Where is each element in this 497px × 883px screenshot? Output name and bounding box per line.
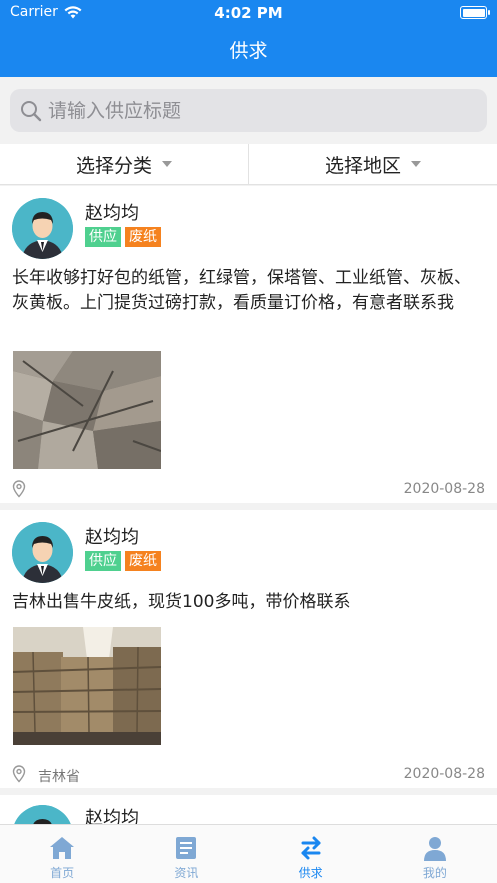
tab-supply-demand[interactable]: 供求 xyxy=(249,825,373,883)
search-input[interactable] xyxy=(48,99,468,122)
tab-bar: 首页 资讯 供求 我的 xyxy=(0,824,497,883)
page-title: 供求 xyxy=(229,40,268,62)
filter-bar: 选择分类 选择地区 xyxy=(0,144,497,185)
profile-icon xyxy=(423,837,446,861)
post-date: 2020-08-28 xyxy=(403,481,485,497)
post-tags: 供应 废纸 xyxy=(85,227,161,247)
status-bar: Carrier 4:02 PM xyxy=(0,0,497,26)
tab-label: 供求 xyxy=(298,866,323,880)
post-text: 吉林出售牛皮纸，现货100多吨，带价格联系 xyxy=(12,592,351,612)
avatar[interactable] xyxy=(12,805,73,824)
user-name: 赵均均 xyxy=(85,808,139,824)
search-icon xyxy=(21,100,42,121)
tab-news[interactable]: 资讯 xyxy=(124,825,248,883)
post-card[interactable]: 赵均均 供应 废纸 吉林出售牛皮纸，现货100多吨，带价格联系 吉林省 2020… xyxy=(0,510,497,788)
tab-home[interactable]: 首页 xyxy=(0,825,124,883)
tab-label: 首页 xyxy=(50,866,75,880)
caret-down-icon xyxy=(162,161,172,167)
post-image[interactable] xyxy=(13,351,161,469)
battery-icon xyxy=(460,6,490,19)
post-card[interactable]: 赵均均 xyxy=(0,795,497,824)
region-filter[interactable]: 选择地区 xyxy=(248,144,497,184)
avatar[interactable] xyxy=(12,522,73,583)
status-time: 4:02 PM xyxy=(214,4,283,22)
category-filter-label: 选择分类 xyxy=(75,154,152,177)
post-date: 2020-08-28 xyxy=(403,766,485,782)
post-feed[interactable]: 赵均均 供应 废纸 长年收够打好包的纸管，红绿管，保塔管、工业纸管、灰板、灰黄板… xyxy=(0,186,497,824)
location-pin-icon xyxy=(12,480,26,498)
post-text: 长年收够打好包的纸管，红绿管，保塔管、工业纸管、灰板、灰黄板。上门提货过磅打款，… xyxy=(12,268,471,313)
post-tags: 供应 废纸 xyxy=(85,551,161,571)
user-name: 赵均均 xyxy=(85,527,139,548)
category-filter[interactable]: 选择分类 xyxy=(0,144,248,184)
tab-label: 我的 xyxy=(422,866,447,880)
user-name: 赵均均 xyxy=(85,203,139,224)
category-tag: 废纸 xyxy=(125,227,161,247)
post-card[interactable]: 赵均均 供应 废纸 长年收够打好包的纸管，红绿管，保塔管、工业纸管、灰板、灰黄板… xyxy=(0,186,497,503)
avatar[interactable] xyxy=(12,198,73,259)
category-tag: 废纸 xyxy=(125,551,161,571)
tab-profile[interactable]: 我的 xyxy=(373,825,497,883)
post-location: 吉林省 xyxy=(38,769,80,785)
supply-tag: 供应 xyxy=(85,551,121,571)
supply-tag: 供应 xyxy=(85,227,121,247)
tab-label: 资讯 xyxy=(174,866,199,880)
location-pin-icon xyxy=(12,765,26,783)
caret-down-icon xyxy=(411,161,421,167)
top-bar: Carrier 4:02 PM 供求 xyxy=(0,0,497,77)
home-icon xyxy=(50,837,75,859)
news-icon xyxy=(176,837,197,859)
post-image[interactable] xyxy=(13,627,161,745)
search-area xyxy=(0,77,497,144)
search-bar[interactable] xyxy=(10,89,487,132)
region-filter-label: 选择地区 xyxy=(324,154,401,177)
exchange-icon xyxy=(301,836,321,860)
